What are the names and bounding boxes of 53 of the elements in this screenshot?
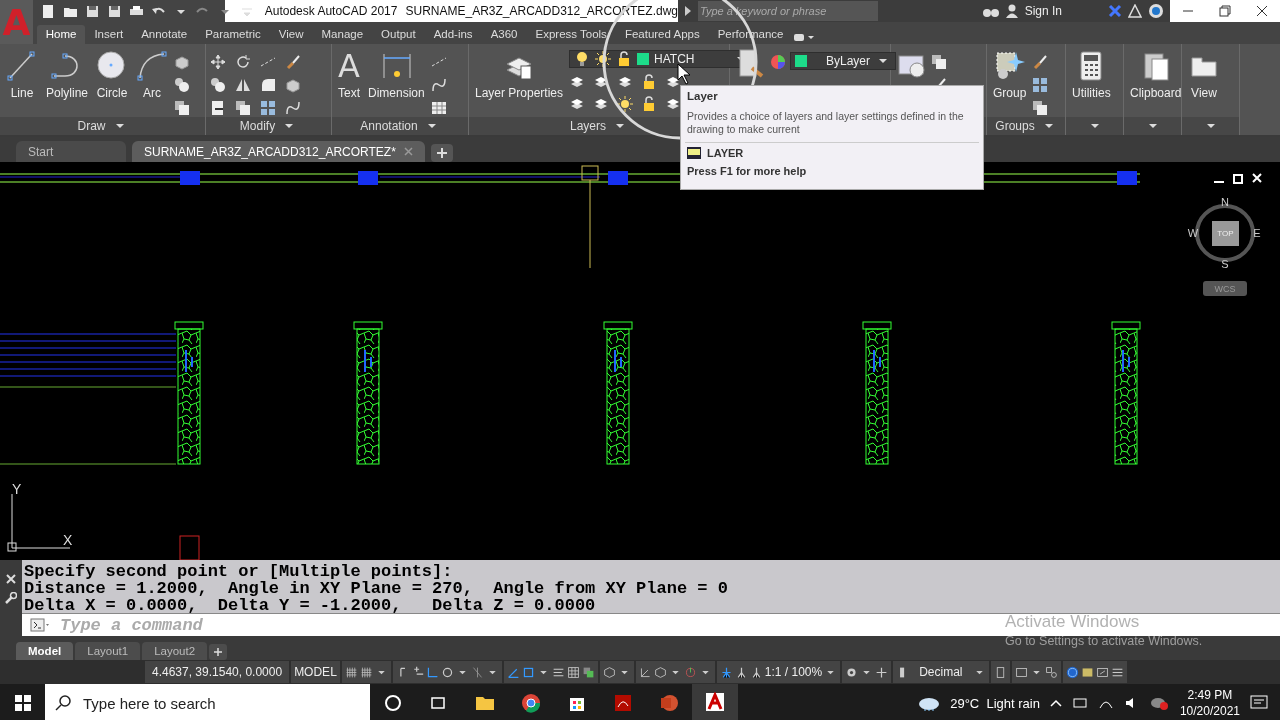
ribbon-tab[interactable]: Add-ins: [424, 25, 482, 44]
ribbon-tab[interactable]: View: [269, 25, 313, 44]
tool-button[interactable]: Line: [4, 48, 40, 102]
layout-tab[interactable]: Model: [16, 642, 74, 660]
activation-title: Activate Windows: [1005, 612, 1141, 632]
document-tab[interactable]: SURNAME_AR3Z_ARCADD312_ARCORTEZ*: [132, 141, 425, 162]
tool-button[interactable]: Group: [991, 48, 1029, 102]
tool-button[interactable]: Clipboard: [1128, 48, 1184, 102]
taskbar-search-field[interactable]: Type here to search: [45, 684, 370, 720]
viewcube-face-label: TOP: [1217, 229, 1234, 238]
tool-button[interactable]: A Text: [336, 48, 362, 102]
activation-message: Go to Settings to activate Windows.: [1005, 634, 1203, 648]
help-hint: Press F1 for more help: [686, 164, 808, 179]
clock[interactable]: 2:49 PM 10/20/2021: [1179, 687, 1240, 719]
panel-title[interactable]: Draw: [77, 119, 106, 133]
ribbon-tab[interactable]: Express Tools: [526, 25, 616, 44]
sign-in-link[interactable]: Sign In: [1024, 4, 1062, 18]
ribbon-tab[interactable]: Annotate: [132, 25, 197, 44]
tool-button[interactable]: Circle: [94, 48, 131, 102]
weather-text[interactable]: 29°C Light rain: [950, 695, 1040, 711]
tool-button[interactable]: Utilities: [1070, 48, 1113, 102]
ribbon-tab[interactable]: Home: [36, 25, 86, 44]
ribbon-tab[interactable]: Manage: [312, 25, 373, 44]
compass-label: S: [1221, 258, 1229, 270]
command-history-line: Specify second point or [Multiple points]:: [24, 563, 454, 580]
layout-tab[interactable]: Layout2: [142, 642, 208, 660]
tool-button[interactable]: Polyline: [44, 48, 91, 102]
window-title: Autodesk AutoCAD 2017: [264, 4, 398, 18]
ribbon-tab[interactable]: Parametric: [196, 25, 270, 44]
command-name: LAYER: [707, 147, 744, 159]
compass-label: E: [1253, 227, 1261, 239]
compass-label: N: [1221, 196, 1229, 208]
tool-button[interactable]: Arc: [134, 48, 171, 102]
ribbon-tab[interactable]: A360: [481, 25, 527, 44]
file-name: SURNAME_AR3Z_ARCADD312_ARCORTEZ.dwg: [405, 4, 678, 18]
panel-title[interactable]: Layers: [570, 119, 606, 133]
layout-tab[interactable]: Layout1: [75, 642, 141, 660]
axis-label: Y: [12, 481, 22, 497]
ribbon-tab[interactable]: Insert: [85, 25, 133, 44]
tooltip-title: Layer: [686, 89, 719, 102]
document-tab[interactable]: Start: [16, 141, 126, 162]
command-history-line: Delta X = 0.0000, Delta Y = -1.2000, Delta Z = 0.0000: [24, 597, 597, 614]
axis-label: X: [63, 532, 73, 548]
tool-button[interactable]: Layer Properties: [473, 48, 566, 102]
tool-button[interactable]: View: [1186, 48, 1222, 102]
ribbon-tab[interactable]: Output: [372, 25, 425, 44]
color-dropdown[interactable]: ByLayer: [790, 52, 897, 70]
text-icon: A: [338, 50, 360, 82]
command-history-line: Distance = 1.2000, Angle in XY Plane = 270, Angle from XY Plane = 0: [24, 580, 729, 597]
ribbon-tab[interactable]: Featured Apps: [615, 25, 709, 44]
tooltip-description: Provides a choice of layers and layer settings defined in the drawing to make current: [686, 109, 965, 137]
tool-button[interactable]: Dimension: [366, 48, 427, 102]
compass-label: W: [1187, 227, 1199, 239]
